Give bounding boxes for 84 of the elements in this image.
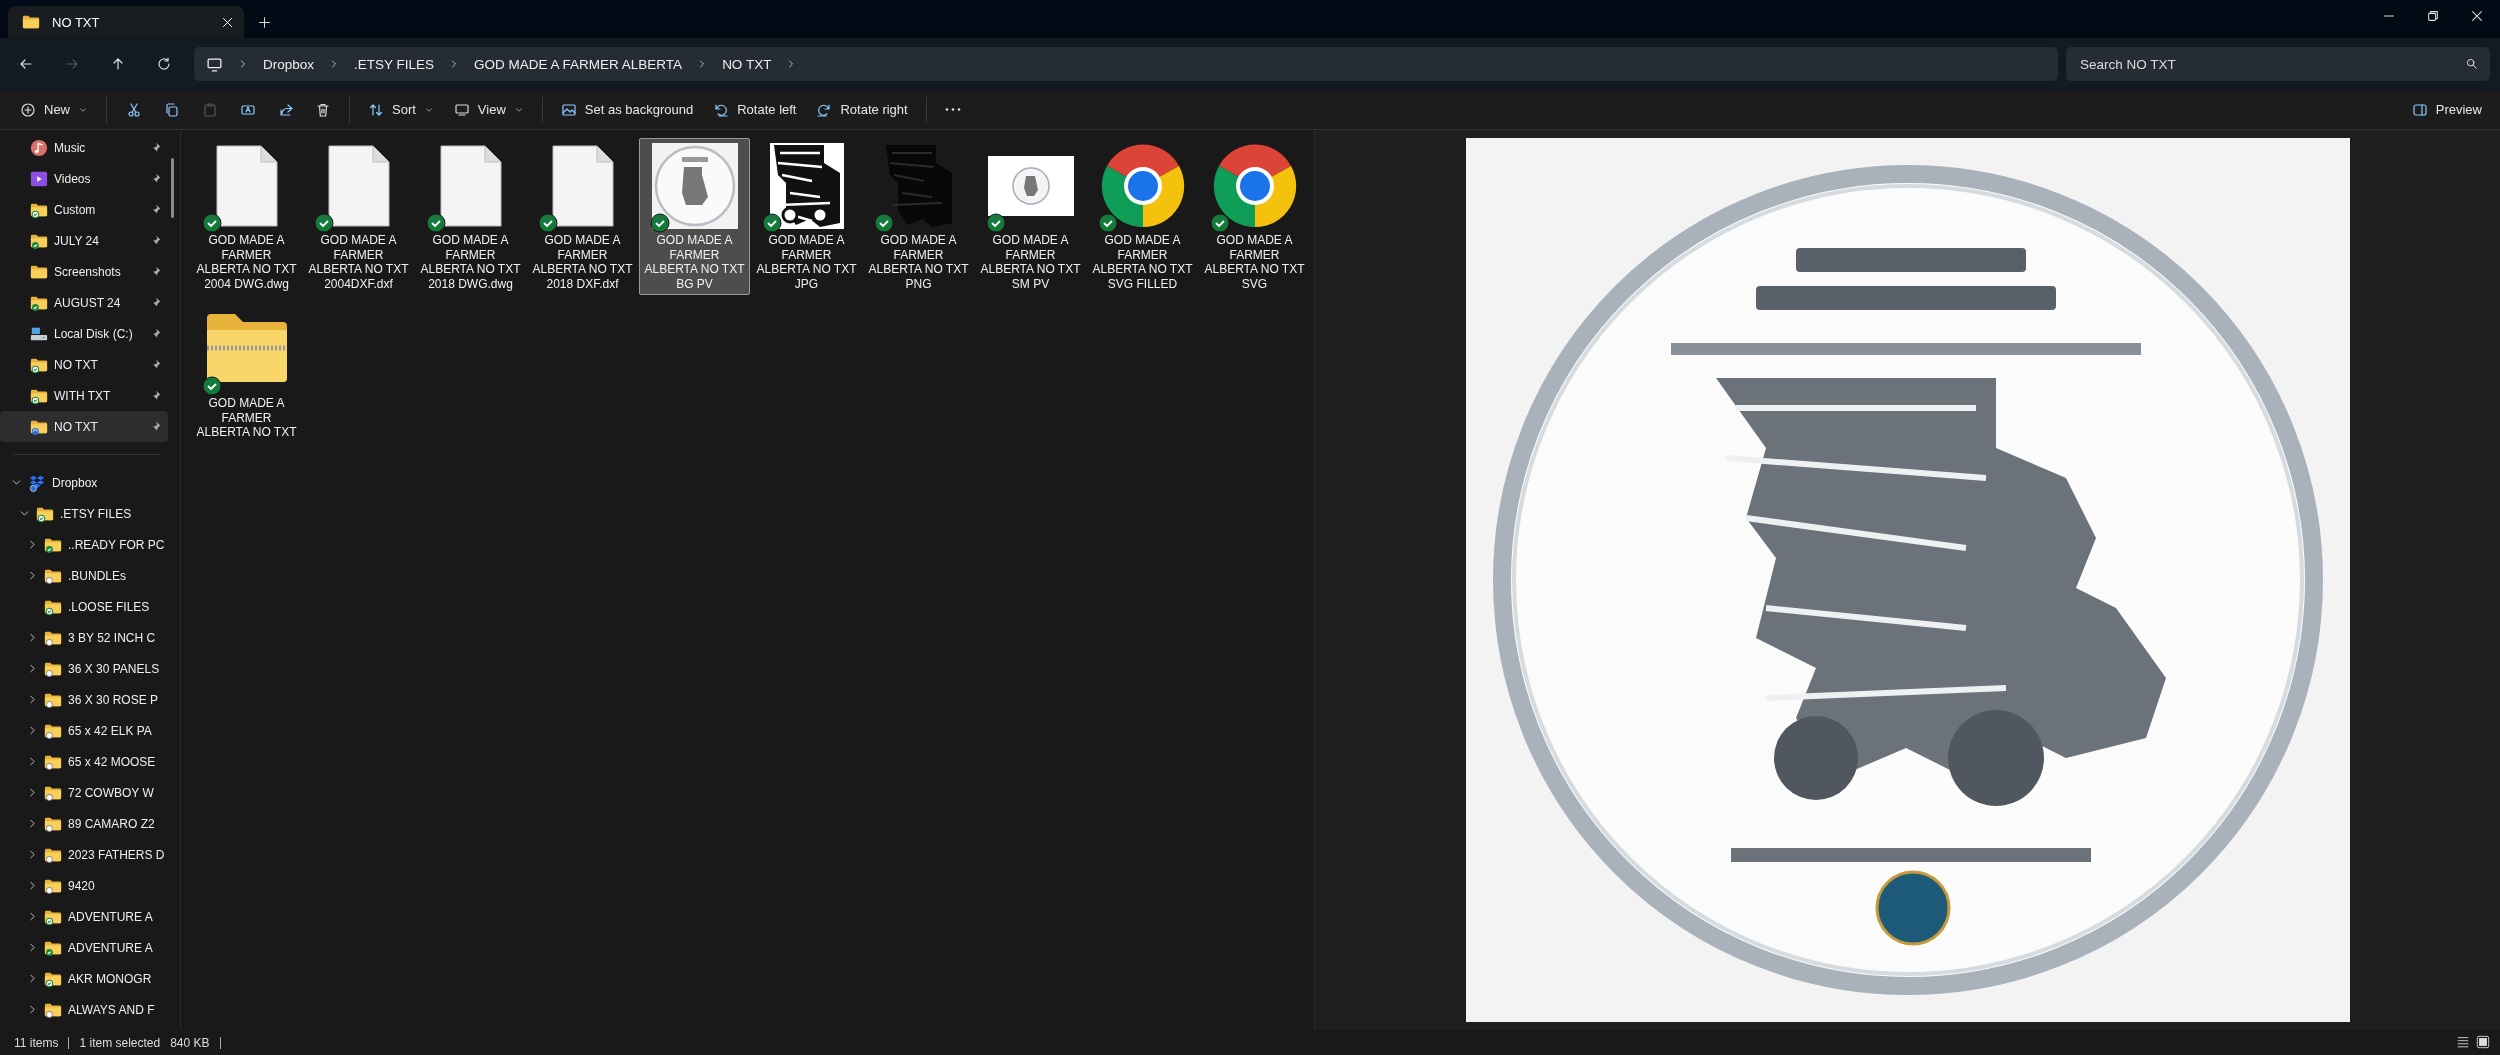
breadcrumb[interactable]: .ETSY FILES [354,54,435,74]
nav-item[interactable]: Custom [0,194,168,225]
scrollbar-thumb[interactable] [171,158,174,218]
tiles-view-icon[interactable] [2476,1035,2490,1049]
music-note-icon [30,138,48,157]
scissors-icon [126,101,142,118]
close-icon[interactable] [2470,9,2484,23]
file-item[interactable]: GOD MADE A FARMER ALBERTA NO TXT 2018 DWG.dwg [415,138,526,295]
file-item[interactable]: GOD MADE A FARMER ALBERTA NO TXT BG PV [639,138,750,295]
file-item[interactable]: GOD MADE A FARMER ALBERTA NO TXT 2004DXF.dxf [303,138,414,295]
trash-icon [315,101,331,118]
tree-item[interactable]: ADVENTURE A [0,932,168,963]
document-icon [550,144,615,228]
tree-item[interactable]: Dropbox [0,467,168,498]
nav-item[interactable]: Videos [0,163,168,194]
document-icon [438,144,503,228]
plus-circle-icon [20,101,36,118]
nav-item[interactable]: NO TXT [0,411,168,442]
restore-icon[interactable] [2426,9,2440,23]
nav-item[interactable]: Local Disk (C:) [0,318,168,349]
file-item[interactable]: GOD MADE A FARMER ALBERTA NO TXT 2018 DXF.dxf [527,138,638,295]
item-count: 11 items [14,1035,59,1050]
file-item[interactable]: GOD MADE A FARMER ALBERTA NO TXT 2004 DWG.dwg [191,138,302,295]
tree-item[interactable]: AKR MONOGR [0,963,168,994]
tree-item[interactable]: 2023 FATHERS D [0,839,168,870]
circle-logo-icon [1100,144,1185,228]
nav-item[interactable]: AUGUST 24 [0,287,168,318]
search-icon[interactable] [2465,57,2478,70]
tree-item[interactable]: ..READY FOR PC [0,529,168,560]
rotate-left-button[interactable]: Rotate left [703,95,807,124]
circle-logo-icon [1212,144,1297,228]
plus-icon[interactable] [258,16,271,29]
tree-item[interactable]: .BUNDLEs [0,560,168,591]
file-item[interactable]: GOD MADE A FARMER ALBERTA NO TXT JPG [751,138,862,295]
file-item[interactable]: GOD MADE A FARMER ALBERTA NO TXT [191,301,302,444]
film-icon [30,169,48,188]
picture-icon [560,101,577,118]
rotate-right-button[interactable]: Rotate right [806,95,918,124]
breadcrumb[interactable]: Dropbox [263,54,315,74]
close-icon[interactable] [221,15,234,29]
file-item[interactable]: GOD MADE A FARMER ALBERTA NO TXT PNG [863,138,974,295]
details-view-icon[interactable] [2456,1035,2470,1049]
folder-icon [22,13,40,31]
sort-button[interactable]: Sort [358,95,444,124]
tree-item[interactable]: 89 CAMARO Z2 [0,808,168,839]
tab-title: NO TXT [52,14,101,30]
file-item[interactable]: GOD MADE A FARMER ALBERTA NO TXT SVG FILLED [1087,138,1198,295]
tree-item[interactable]: 65 x 42 MOOSE [0,746,168,777]
preview-pane-icon [2411,101,2428,118]
document-icon [326,144,391,228]
tree-item[interactable]: 36 X 30 ROSE P [0,684,168,715]
copy-icon [164,101,180,118]
nav-item[interactable]: Screenshots [0,256,168,287]
nav-item[interactable]: Music [0,132,168,163]
file-item[interactable]: GOD MADE A FARMER ALBERTA NO TXT SVG [1199,138,1310,295]
tree-item[interactable]: .ETSY FILES [0,498,168,529]
file-item[interactable]: GOD MADE A FARMER ALBERTA NO TXT SM PV [975,138,1086,295]
browser-tab[interactable]: NO TXT [8,6,244,38]
new-button[interactable]: New [10,95,98,124]
selection-info: 1 item selected [79,1035,161,1050]
nav-item[interactable]: NO TXT [0,349,168,380]
tree-item[interactable]: 9420 [0,870,168,901]
tree-item[interactable]: ADVENTURE A [0,901,168,932]
tree-item[interactable]: 3 BY 52 INCH C [0,622,168,653]
nav-item[interactable]: JULY 24 [0,225,168,256]
breadcrumb[interactable]: NO TXT [722,54,772,74]
clipboard-icon [202,101,218,118]
view-button[interactable]: View [443,95,534,124]
monitor-icon [453,101,470,118]
tree-item[interactable]: 72 COWBOY W [0,777,168,808]
nav-item[interactable]: WITH TXT [0,380,168,411]
more-dots-icon [944,108,961,111]
selection-size: 840 KB [170,1035,210,1050]
document-icon [214,144,279,228]
tree-item[interactable]: ALWAYS AND F [0,994,168,1025]
background-button[interactable]: Set as background [550,95,704,124]
tree-item[interactable]: 36 X 30 PANELS [0,653,168,684]
search-field[interactable]: Search NO TXT [2066,47,2490,81]
tree-item[interactable]: .LOOSE FILES [0,591,168,622]
preview-pane-button[interactable]: Preview [2401,95,2492,124]
address-bar[interactable]: Dropbox .ETSY FILES GOD MADE A FARMER ALBERTA NO TXT [194,47,2058,81]
tree-item[interactable]: 65 x 42 ELK PA [0,715,168,746]
refresh-icon[interactable] [156,56,172,72]
breadcrumb[interactable]: GOD MADE A FARMER ALBERTA [474,54,683,74]
